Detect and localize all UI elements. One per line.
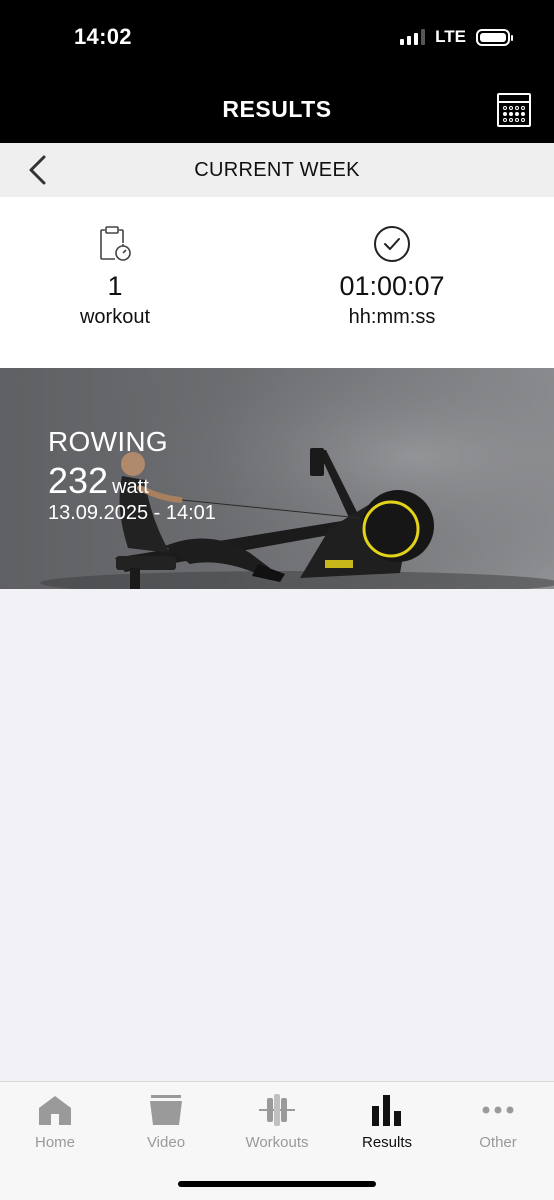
workout-details: ROWING 232 watt 13.09.2025 - 14:01 [48,426,216,525]
battery-icon [476,28,513,46]
top-bar: 14:02 LTE RESULTS [0,0,554,143]
tab-workouts[interactable]: Workouts [222,1092,332,1151]
workouts-icon [259,1094,295,1126]
workout-count-stat: 1 workout [0,197,230,329]
tab-label-other: Other [479,1134,517,1151]
calendar-icon[interactable] [497,93,531,127]
workout-power: 232 watt [48,460,216,502]
tab-label-home: Home [34,1134,75,1151]
network-type: LTE [435,27,466,46]
workout-date: 13.09.2025 - 14:01 [48,502,216,524]
tab-home[interactable]: Home [0,1092,110,1151]
week-summary: 1 workout 01:00:07 hh:mm:ss [0,197,554,368]
results-icon [372,1095,401,1126]
tab-other[interactable]: Other [443,1092,553,1151]
workout-count-unit: workout [79,306,151,328]
duration-unit: hh:mm:ss [348,306,436,328]
status-time: 14:02 [74,24,132,49]
workout-power-unit: watt [112,476,149,498]
total-duration: 01:00:07 [339,271,445,301]
week-navigation: CURRENT WEEK [0,143,554,197]
workout-type: ROWING [48,426,169,457]
page-title: RESULTS [222,96,332,122]
more-icon [482,1106,514,1114]
tab-label-results: Results [361,1134,413,1151]
workout-card[interactable]: ROWING 232 watt 13.09.2025 - 14:01 [0,368,554,589]
clock-check-icon [374,226,410,262]
video-icon [150,1095,182,1125]
signal-icon [400,29,426,45]
workout-count: 1 [107,271,123,301]
duration-stat: 01:00:07 hh:mm:ss [277,197,507,329]
clipboard-timer-icon [100,226,131,261]
home-icon [39,1096,71,1125]
workout-power-value: 232 [48,460,109,501]
tab-video[interactable]: Video [111,1092,221,1151]
tab-results[interactable]: Results [332,1092,442,1151]
week-title: CURRENT WEEK [194,159,360,181]
home-indicator [178,1181,376,1187]
status-indicators: LTE [400,27,513,47]
tab-label-video: Video [146,1134,186,1151]
tab-label-workouts: Workouts [245,1134,309,1151]
